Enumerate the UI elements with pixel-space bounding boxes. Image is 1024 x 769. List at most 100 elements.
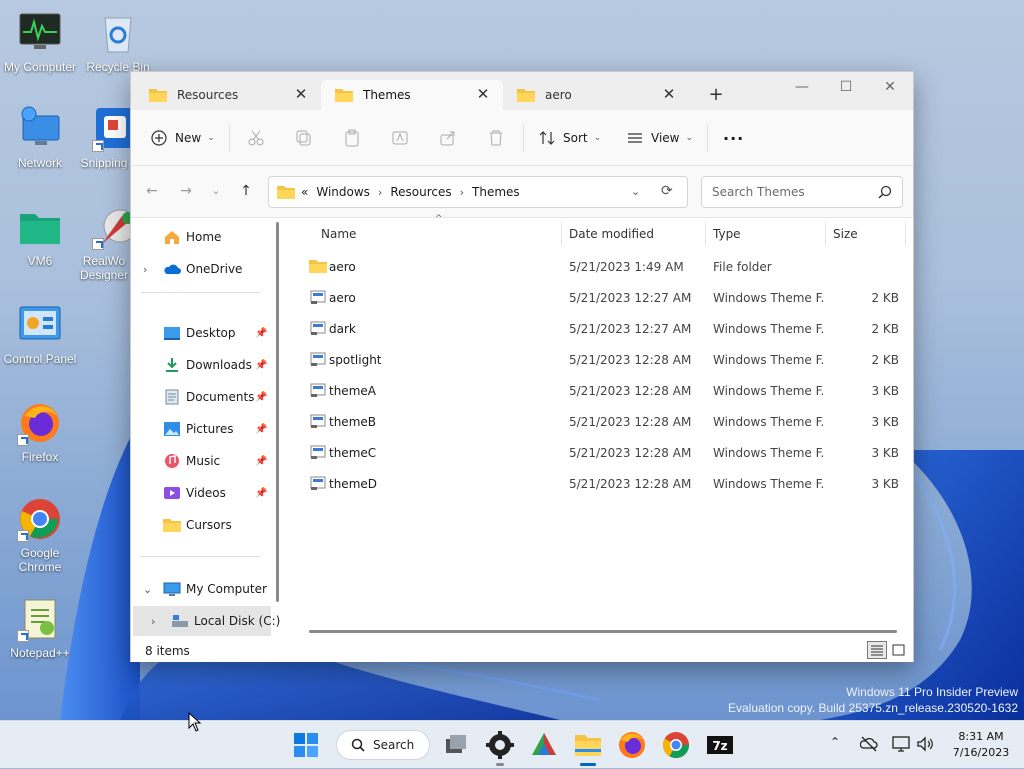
paste-icon[interactable] <box>343 129 361 147</box>
file-list-scrollbar[interactable] <box>309 630 897 633</box>
forward-button[interactable]: → <box>175 180 197 202</box>
desktop-icon-recycle-bin[interactable]: Recycle Bin <box>78 10 158 74</box>
taskbar-search-button[interactable]: Search <box>336 730 430 760</box>
chrome-icon[interactable] <box>660 729 692 761</box>
sidebar-item-music[interactable]: Music 📌 <box>131 446 271 476</box>
taskbar-app-settings[interactable] <box>484 729 516 769</box>
maximize-button[interactable]: ☐ <box>823 74 869 102</box>
system-clock[interactable]: 8:31 AM 7/16/2023 <box>944 729 1018 761</box>
taskbar-app-file-explorer[interactable] <box>572 729 604 769</box>
desktop-icon-my-computer[interactable]: My Computer <box>0 10 80 74</box>
desktop-icon-snipping[interactable]: Snipping <box>78 106 130 170</box>
close-tab-icon[interactable]: ✕ <box>661 86 677 102</box>
task-view-icon[interactable] <box>440 729 472 761</box>
file-date: 5/21/2023 12:28 AM <box>569 446 692 460</box>
chevron-right-icon[interactable]: › <box>460 186 464 199</box>
sidebar-item-home[interactable]: Home <box>131 222 271 252</box>
search-box[interactable] <box>701 176 903 208</box>
chevron-right-icon[interactable]: › <box>143 263 147 276</box>
sidebar-item-documents[interactable]: Documents 📌 <box>131 382 271 412</box>
pin-icon[interactable]: 📌 <box>255 392 267 403</box>
close-tab-icon[interactable]: ✕ <box>475 86 491 102</box>
desktop-icon-realworld-designer[interactable]: RealWo Designer <box>78 204 130 282</box>
windows-start-icon[interactable] <box>290 729 322 761</box>
pin-icon[interactable]: 📌 <box>255 456 267 467</box>
tab-resources[interactable]: Resources ✕ <box>135 80 321 110</box>
cut-icon[interactable] <box>247 129 265 147</box>
chevron-down-icon[interactable]: ⌄ <box>143 583 152 596</box>
desktop-icon-vm6[interactable]: VM6 <box>0 204 80 268</box>
address-bar[interactable]: « Windows › Resources › Themes ⌄ ⟳ <box>268 176 688 208</box>
sidebar-item-downloads[interactable]: Downloads 📌 <box>131 350 271 380</box>
table-row[interactable]: themeC 5/21/2023 12:28 AM Windows Theme … <box>289 437 913 468</box>
pin-icon[interactable]: 📌 <box>255 424 267 435</box>
breadcrumb-themes[interactable]: Themes <box>472 185 520 199</box>
network-status-icon[interactable] <box>892 735 910 753</box>
column-divider[interactable] <box>705 222 706 246</box>
breadcrumb-overflow[interactable]: « <box>301 185 308 199</box>
column-header-type[interactable]: Type <box>713 218 741 250</box>
new-button[interactable]: New ⌄ <box>151 124 215 152</box>
volume-icon[interactable] <box>916 735 934 753</box>
rename-icon[interactable] <box>391 129 409 147</box>
breadcrumb-resources[interactable]: Resources <box>390 185 451 199</box>
tiles-view-button[interactable] <box>889 641 909 659</box>
table-row[interactable]: themeB 5/21/2023 12:28 AM Windows Theme … <box>289 406 913 437</box>
sidebar-item-local-disk[interactable]: › Local Disk (C:) <box>133 606 280 636</box>
tab-aero[interactable]: aero ✕ <box>503 80 689 110</box>
close-window-button[interactable]: ✕ <box>867 74 913 102</box>
chevron-up-icon[interactable]: ⌃ <box>830 735 840 749</box>
desktop-icon-network[interactable]: Network <box>0 106 80 170</box>
pin-icon[interactable]: 📌 <box>255 328 267 339</box>
chevron-down-icon[interactable]: ⌄ <box>631 185 640 198</box>
column-header-size[interactable]: Size <box>833 218 858 250</box>
table-row[interactable]: themeA 5/21/2023 12:28 AM Windows Theme … <box>289 375 913 406</box>
new-tab-button[interactable]: + <box>705 84 727 106</box>
firefox-icon[interactable] <box>616 729 648 761</box>
table-row[interactable]: aero 5/21/2023 12:27 AM Windows Theme F.… <box>289 282 913 313</box>
column-divider[interactable] <box>825 222 826 246</box>
sidebar-item-my-computer[interactable]: ⌄ My Computer <box>131 574 271 604</box>
sidebar-scrollbar[interactable] <box>276 222 279 602</box>
desktop-icon-chrome[interactable]: Google Chrome <box>0 496 80 574</box>
7zip-icon[interactable]: 7z <box>704 729 736 761</box>
share-icon[interactable] <box>439 129 457 147</box>
desktop-icon-notepadpp[interactable]: Notepad++ <box>0 596 80 660</box>
table-row[interactable]: spotlight 5/21/2023 12:28 AM Windows The… <box>289 344 913 375</box>
column-divider[interactable] <box>905 222 906 246</box>
search-input[interactable] <box>710 184 870 200</box>
prism-app-icon[interactable] <box>528 729 560 761</box>
column-divider[interactable] <box>561 222 562 246</box>
details-view-button[interactable] <box>867 641 887 659</box>
table-row[interactable]: themeD 5/21/2023 12:28 AM Windows Theme … <box>289 468 913 499</box>
sidebar-item-onedrive[interactable]: › OneDrive <box>131 254 271 284</box>
desktop-icon-control-panel[interactable]: Control Panel <box>0 302 80 366</box>
table-row[interactable]: aero 5/21/2023 1:49 AM File folder <box>289 251 913 282</box>
sidebar-item-desktop[interactable]: Desktop 📌 <box>131 318 271 348</box>
cloud-offline-icon[interactable] <box>860 735 878 753</box>
up-button[interactable]: ↑ <box>235 180 257 202</box>
copy-icon[interactable] <box>295 129 313 147</box>
recent-locations-button[interactable]: ⌄ <box>205 180 227 202</box>
chevron-right-icon[interactable]: › <box>151 615 155 628</box>
delete-icon[interactable] <box>487 129 505 147</box>
back-button[interactable]: ← <box>141 180 163 202</box>
pin-icon[interactable]: 📌 <box>255 488 267 499</box>
pin-icon[interactable]: 📌 <box>255 360 267 371</box>
desktop-icon-firefox[interactable]: Firefox <box>0 400 80 464</box>
see-more-button[interactable]: ··· <box>723 124 744 152</box>
breadcrumb-windows[interactable]: Windows <box>316 185 370 199</box>
chevron-right-icon[interactable]: › <box>378 186 382 199</box>
table-row[interactable]: dark 5/21/2023 12:27 AM Windows Theme F.… <box>289 313 913 344</box>
tab-themes[interactable]: Themes ✕ <box>321 80 503 110</box>
sidebar-item-pictures[interactable]: Pictures 📌 <box>131 414 271 444</box>
close-tab-icon[interactable]: ✕ <box>293 86 309 102</box>
minimize-button[interactable]: — <box>779 74 825 102</box>
refresh-icon[interactable]: ⟳ <box>661 183 673 199</box>
column-header-date[interactable]: Date modified <box>569 218 654 250</box>
view-button[interactable]: View ⌄ <box>627 124 693 152</box>
column-header-name[interactable]: Name <box>321 218 356 250</box>
sort-button[interactable]: Sort ⌄ <box>539 124 601 152</box>
sidebar-item-cursors[interactable]: Cursors <box>131 510 271 540</box>
sidebar-item-videos[interactable]: Videos 📌 <box>131 478 271 508</box>
